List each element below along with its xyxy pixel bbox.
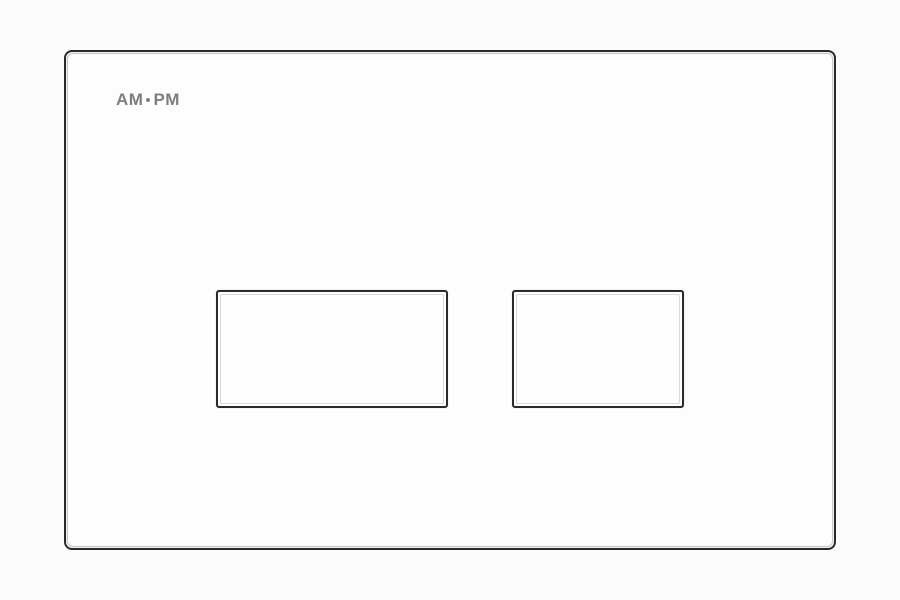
brand-dot-icon (146, 98, 150, 102)
half-flush-button[interactable] (512, 290, 684, 408)
brand-part-1: AM (116, 90, 143, 109)
flush-plate: AM PM (64, 50, 836, 550)
flush-buttons-row (66, 290, 834, 408)
full-flush-button[interactable] (216, 290, 448, 408)
brand-logo: AM PM (116, 90, 180, 110)
brand-part-2: PM (153, 90, 180, 109)
